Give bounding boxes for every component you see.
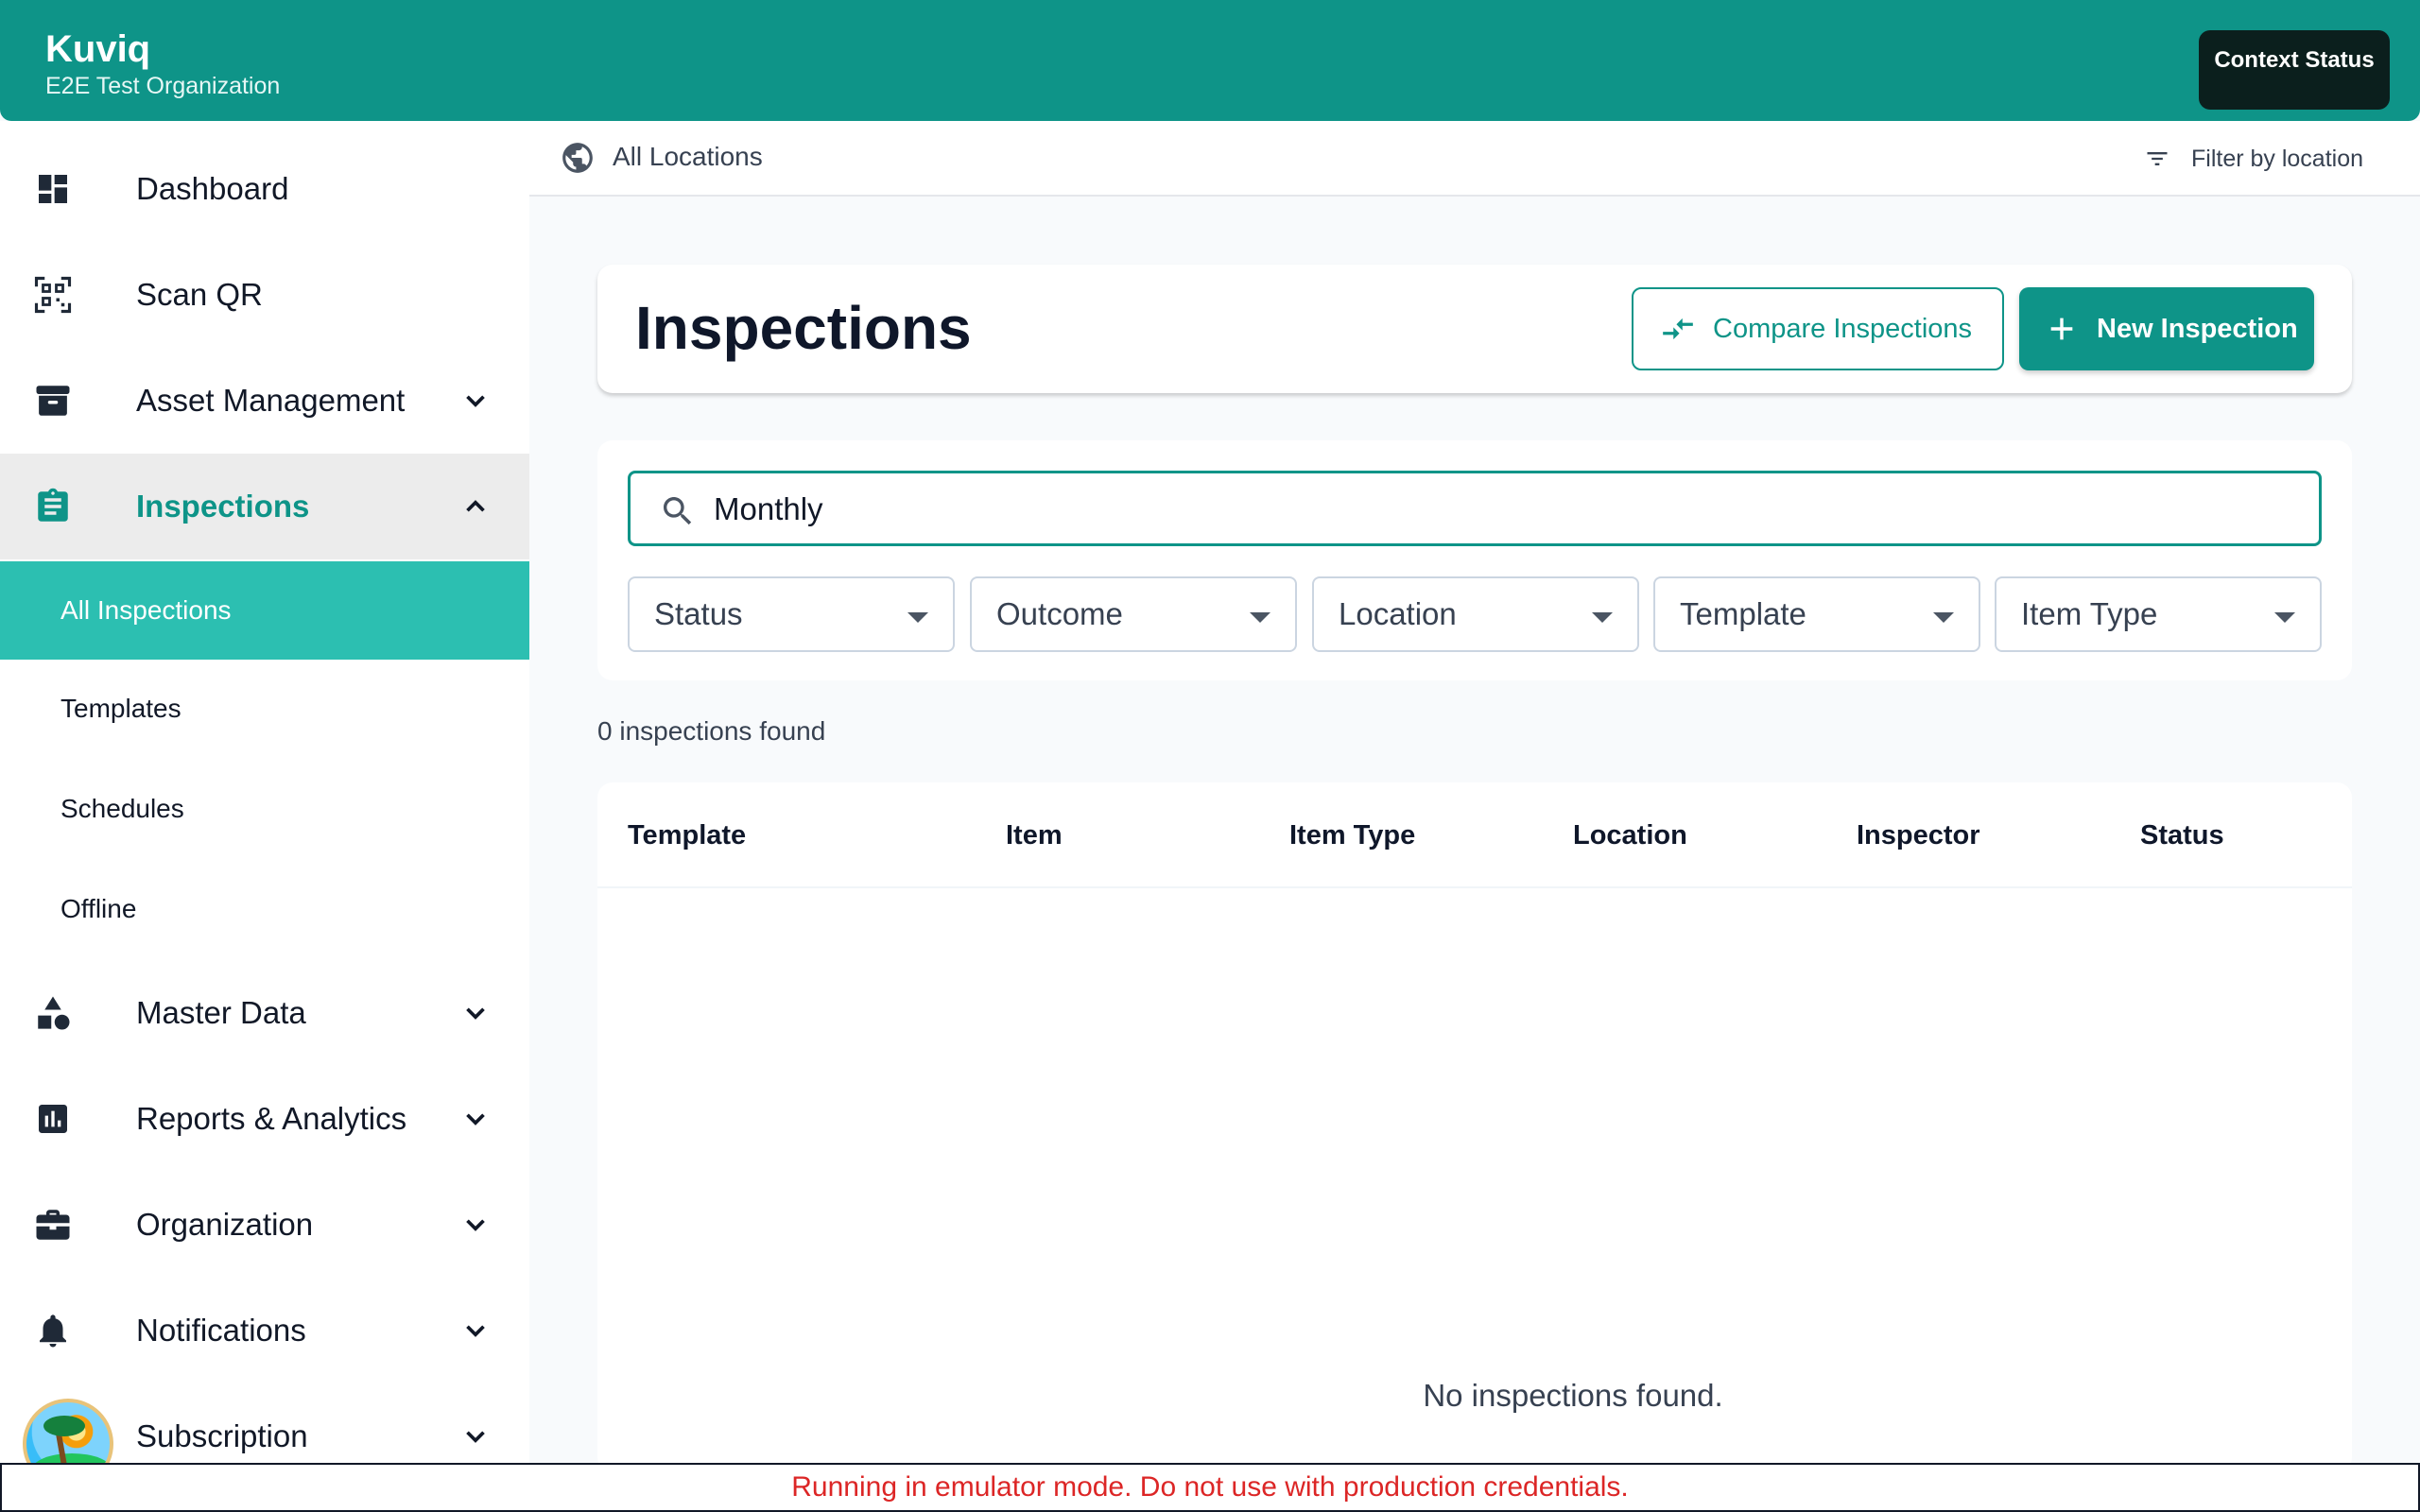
location-label[interactable]: All Locations: [613, 142, 763, 172]
search-icon: [664, 497, 692, 525]
compare-inspections-button[interactable]: Compare Inspections: [1632, 287, 2004, 370]
filter-icon[interactable]: [2142, 146, 2172, 172]
sidebar-item-label: Organization: [136, 1207, 314, 1242]
sidebar-item-label: Inspections: [136, 489, 310, 524]
inspections-table: Template Item Item Type Location Inspect…: [597, 782, 2352, 1472]
column-header-location[interactable]: Location: [1573, 820, 1687, 851]
header-divider: [597, 886, 2352, 888]
new-inspection-button[interactable]: New Inspection: [2019, 287, 2314, 370]
page-title: Inspections: [635, 294, 972, 362]
sidebar-item-dashboard[interactable]: Dashboard: [0, 136, 529, 242]
outcome-select[interactable]: Outcome: [970, 576, 1297, 652]
briefcase-icon: [32, 1204, 74, 1246]
dropdown-caret-icon: [1250, 612, 1270, 623]
location-select-label: Location: [1339, 596, 1457, 631]
avatar-leaves: [43, 1416, 85, 1436]
sidebar-subitem-offline[interactable]: Offline: [0, 860, 529, 958]
sidebar-item-label: Notifications: [136, 1313, 306, 1348]
shapes-icon: [32, 992, 74, 1034]
chevron-down-icon: [466, 1325, 485, 1337]
column-header-template[interactable]: Template: [628, 820, 746, 851]
clipboard-icon: [32, 486, 74, 527]
column-header-item[interactable]: Item: [1006, 820, 1063, 851]
dashboard-icon: [32, 168, 74, 210]
globe-icon: [562, 143, 593, 173]
bell-icon: [32, 1310, 74, 1351]
sidebar-subitem-schedules[interactable]: Schedules: [0, 760, 529, 858]
compare-inspections-label: Compare Inspections: [1713, 313, 1973, 344]
page-header-card: Inspections Compare Inspections New Insp…: [597, 265, 2352, 393]
sidebar-item-label: Scan QR: [136, 277, 263, 312]
column-header-inspector[interactable]: Inspector: [1857, 820, 1980, 851]
sidebar-item-label: Subscription: [136, 1418, 308, 1453]
template-select[interactable]: Template: [1653, 576, 1980, 652]
new-inspection-label: New Inspection: [2097, 313, 2298, 344]
item-type-select-label: Item Type: [2021, 596, 2158, 631]
chevron-down-icon: [466, 1007, 485, 1020]
bar-chart-icon: [32, 1098, 74, 1140]
sidebar-item-inspections[interactable]: Inspections: [0, 454, 529, 559]
sidebar-item-master-data[interactable]: Master Data: [0, 960, 529, 1066]
compare-arrows-icon: [1663, 318, 1693, 340]
template-select-label: Template: [1680, 596, 1806, 631]
sidebar-item-notifications[interactable]: Notifications: [0, 1278, 529, 1383]
chevron-up-icon: [466, 500, 485, 512]
dropdown-caret-icon: [1933, 612, 1954, 623]
chevron-down-icon: [466, 1113, 485, 1125]
emulator-warning-banner: Running in emulator mode. Do not use wit…: [0, 1463, 2420, 1512]
dropdown-caret-icon: [2274, 612, 2295, 623]
dropdown-caret-icon: [1592, 612, 1613, 623]
archive-icon: [32, 380, 74, 421]
sidebar-item-label: Asset Management: [136, 383, 406, 418]
sidebar-subitem-templates[interactable]: Templates: [0, 660, 529, 758]
sidebar-item-asset-management[interactable]: Asset Management: [0, 348, 529, 454]
chevron-down-icon: [466, 1431, 485, 1443]
qr-code-icon: [32, 274, 74, 316]
status-select-label: Status: [654, 596, 743, 631]
plus-icon: [2050, 318, 2073, 340]
app-title: Kuviq: [45, 28, 151, 70]
sidebar-item-label: Dashboard: [136, 171, 289, 206]
results-count: 0 inspections found: [597, 716, 826, 746]
search-field[interactable]: [628, 471, 2322, 546]
location-bar: All Locations Filter by location: [529, 121, 2420, 197]
chevron-down-icon: [466, 395, 485, 407]
chevron-down-icon: [466, 1219, 485, 1231]
status-select[interactable]: Status: [628, 576, 955, 652]
search-input[interactable]: [714, 485, 2302, 534]
location-select[interactable]: Location: [1312, 576, 1639, 652]
sidebar-item-label: Reports & Analytics: [136, 1101, 407, 1136]
app-header: Kuviq E2E Test Organization Context Stat…: [0, 0, 2420, 121]
filters-card: Status Outcome Location Template Item Ty…: [597, 440, 2352, 680]
outcome-select-label: Outcome: [996, 596, 1123, 631]
sidebar-item-scan-qr[interactable]: Scan QR: [0, 242, 529, 348]
filter-by-location-button[interactable]: Filter by location: [2191, 146, 2363, 173]
context-status-button[interactable]: Context Status: [2199, 30, 2390, 110]
sidebar-subitem-all-inspections[interactable]: All Inspections: [0, 561, 529, 660]
sidebar-item-label: Master Data: [136, 995, 306, 1030]
sidebar: Dashboard Scan QR Asset Management Inspe…: [0, 121, 529, 1463]
dropdown-caret-icon: [908, 612, 928, 623]
sidebar-item-organization[interactable]: Organization: [0, 1172, 529, 1278]
item-type-select[interactable]: Item Type: [1995, 576, 2322, 652]
column-header-status[interactable]: Status: [2140, 820, 2224, 851]
empty-state-message: No inspections found.: [1423, 1378, 1723, 1413]
sidebar-item-reports-analytics[interactable]: Reports & Analytics: [0, 1066, 529, 1172]
organization-name: E2E Test Organization: [45, 73, 281, 99]
column-header-item-type[interactable]: Item Type: [1289, 820, 1415, 851]
